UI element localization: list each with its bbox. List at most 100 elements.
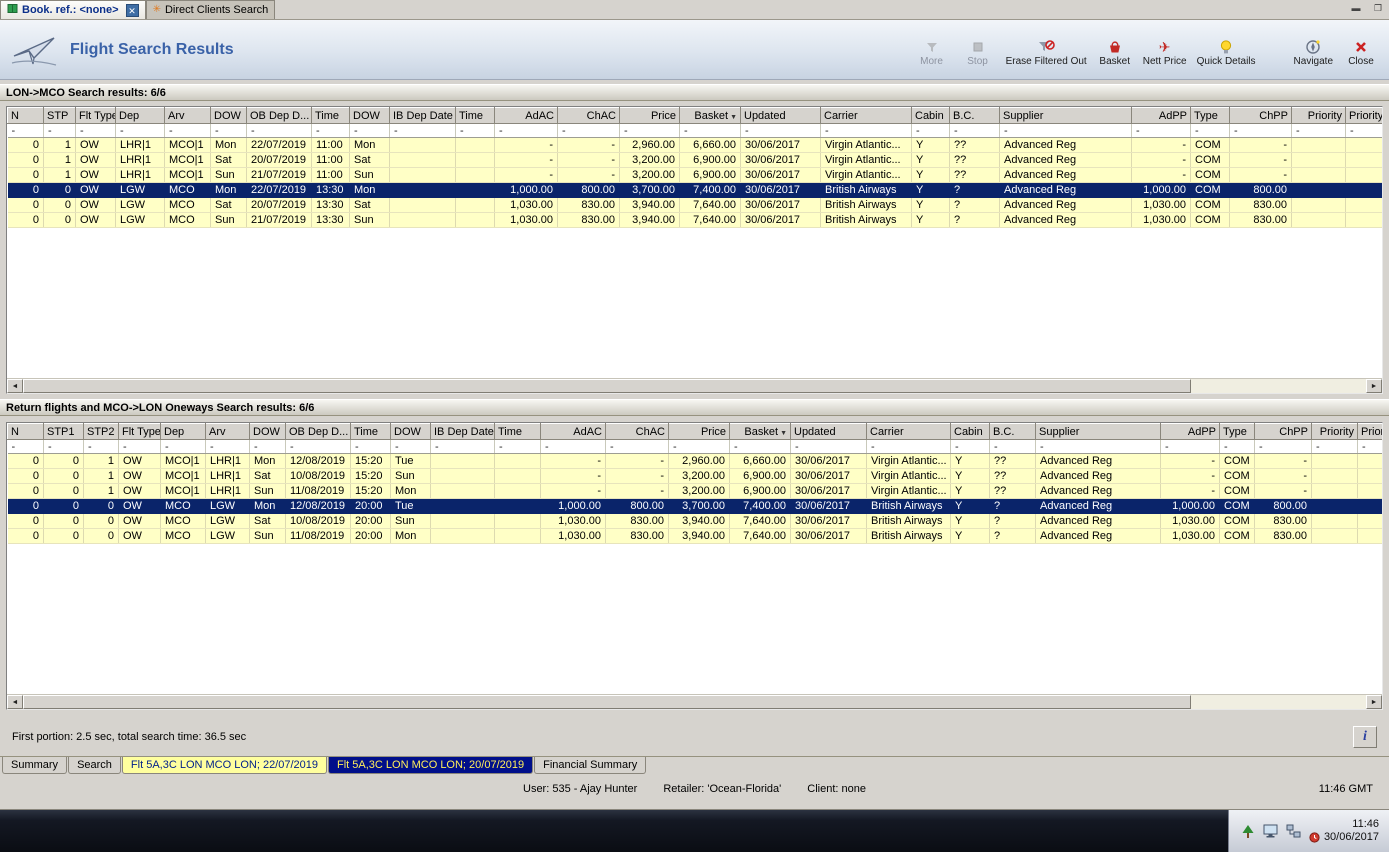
filter-cell[interactable]: - bbox=[116, 124, 165, 138]
filter-cell[interactable]: - bbox=[119, 440, 161, 454]
filter-cell[interactable]: - bbox=[606, 440, 669, 454]
column-header[interactable]: B.C. bbox=[990, 424, 1036, 440]
tab-summary[interactable]: Summary bbox=[2, 757, 67, 774]
filter-cell[interactable]: - bbox=[1161, 440, 1220, 454]
filter-cell[interactable]: - bbox=[912, 124, 950, 138]
column-header[interactable]: Updated bbox=[791, 424, 867, 440]
filter-cell[interactable]: - bbox=[44, 440, 84, 454]
column-header[interactable]: AdPP bbox=[1132, 108, 1191, 124]
scroll-left-icon[interactable]: ◄ bbox=[7, 379, 23, 393]
scroll-right-icon[interactable]: ► bbox=[1366, 695, 1382, 709]
result-row[interactable]: 01OWLHR|1MCO|1Sat20/07/201911:00Sat--3,2… bbox=[8, 153, 1383, 168]
column-header[interactable]: Prior... bbox=[1358, 424, 1383, 440]
column-header[interactable]: B.C. bbox=[950, 108, 1000, 124]
filter-cell[interactable]: - bbox=[741, 124, 821, 138]
column-header[interactable]: Supplier bbox=[1000, 108, 1132, 124]
column-header[interactable]: DOW bbox=[211, 108, 247, 124]
column-header[interactable]: Cabin bbox=[912, 108, 950, 124]
filter-cell[interactable]: - bbox=[1036, 440, 1161, 454]
alarm-clock-icon[interactable] bbox=[1309, 832, 1320, 843]
column-header[interactable]: Type bbox=[1220, 424, 1255, 440]
result-row[interactable]: 001OWMCO|1LHR|1Sat10/08/201915:20Sun--3,… bbox=[8, 469, 1383, 484]
network-icon[interactable] bbox=[1286, 824, 1301, 838]
result-row[interactable]: 001OWMCO|1LHR|1Sun11/08/201915:20Mon--3,… bbox=[8, 484, 1383, 499]
column-header[interactable]: Arv bbox=[206, 424, 250, 440]
maximize-icon[interactable]: ❐ bbox=[1371, 2, 1385, 14]
filter-cell[interactable]: - bbox=[1312, 440, 1358, 454]
column-header[interactable]: DOW bbox=[350, 108, 390, 124]
filter-cell[interactable]: - bbox=[1230, 124, 1292, 138]
filter-cell[interactable]: - bbox=[669, 440, 730, 454]
filter-cell[interactable]: - bbox=[867, 440, 951, 454]
filter-cell[interactable]: - bbox=[1358, 440, 1383, 454]
filter-cell[interactable]: - bbox=[541, 440, 606, 454]
column-header[interactable]: Flt Type bbox=[76, 108, 116, 124]
tree-icon[interactable] bbox=[1241, 824, 1255, 839]
filter-cell[interactable]: - bbox=[351, 440, 391, 454]
filter-cell[interactable]: - bbox=[1255, 440, 1312, 454]
result-row[interactable]: 000OWMCOLGWSun11/08/201920:00Mon1,030.00… bbox=[8, 529, 1383, 544]
filter-cell[interactable]: - bbox=[620, 124, 680, 138]
column-header[interactable]: Price bbox=[620, 108, 680, 124]
tab-search[interactable]: Search bbox=[68, 757, 121, 774]
filter-cell[interactable]: - bbox=[1220, 440, 1255, 454]
info-button[interactable]: i bbox=[1353, 726, 1377, 748]
filter-cell[interactable]: - bbox=[558, 124, 620, 138]
column-header[interactable]: Priority desc... bbox=[1346, 108, 1383, 124]
tab-financial-summary[interactable]: Financial Summary bbox=[534, 757, 646, 774]
column-header[interactable]: Time bbox=[495, 424, 541, 440]
column-header[interactable]: ChAC bbox=[558, 108, 620, 124]
filter-cell[interactable]: - bbox=[8, 440, 44, 454]
filter-cell[interactable]: - bbox=[456, 124, 495, 138]
column-header[interactable]: AdPP bbox=[1161, 424, 1220, 440]
column-header[interactable]: AdAC bbox=[495, 108, 558, 124]
column-header[interactable]: Time bbox=[312, 108, 350, 124]
os-taskbar[interactable]: 11:46 30/06/2017 bbox=[0, 810, 1389, 852]
quick-details-button[interactable]: Quick Details bbox=[1197, 38, 1256, 68]
column-header[interactable]: Carrier bbox=[821, 108, 912, 124]
tab-flight-outbound[interactable]: Flt 5A,3C LON MCO LON; 22/07/2019 bbox=[122, 757, 327, 774]
horizontal-scrollbar[interactable]: ◄ ► bbox=[7, 694, 1382, 709]
filter-cell[interactable]: - bbox=[206, 440, 250, 454]
filter-cell[interactable]: - bbox=[247, 124, 312, 138]
column-header[interactable]: DOW bbox=[391, 424, 431, 440]
filter-cell[interactable]: - bbox=[391, 440, 431, 454]
nett-price-button[interactable]: ✈ Nett Price bbox=[1143, 38, 1187, 68]
column-header[interactable]: Time bbox=[351, 424, 391, 440]
filter-cell[interactable]: - bbox=[211, 124, 247, 138]
column-header[interactable]: OB Dep D... bbox=[286, 424, 351, 440]
column-header[interactable]: Basket▼ bbox=[730, 424, 791, 440]
filter-cell[interactable]: - bbox=[250, 440, 286, 454]
column-header[interactable]: Flt Type bbox=[119, 424, 161, 440]
filter-cell[interactable]: - bbox=[1346, 124, 1383, 138]
filter-cell[interactable]: - bbox=[390, 124, 456, 138]
filter-cell[interactable]: - bbox=[76, 124, 116, 138]
filter-cell[interactable]: - bbox=[495, 440, 541, 454]
filter-cell[interactable]: - bbox=[680, 124, 741, 138]
filter-cell[interactable]: - bbox=[286, 440, 351, 454]
filter-cell[interactable]: - bbox=[8, 124, 44, 138]
filter-cell[interactable]: - bbox=[990, 440, 1036, 454]
column-header[interactable]: Dep bbox=[161, 424, 206, 440]
minimize-icon[interactable]: ▬ bbox=[1349, 2, 1363, 14]
column-header[interactable]: Basket▼ bbox=[680, 108, 741, 124]
result-row[interactable]: 00OWLGWMCOSun21/07/201913:30Sun1,030.008… bbox=[8, 213, 1383, 228]
scroll-left-icon[interactable]: ◄ bbox=[7, 695, 23, 709]
filter-cell[interactable]: - bbox=[431, 440, 495, 454]
column-header[interactable]: STP2 bbox=[84, 424, 119, 440]
scrollbar-track[interactable] bbox=[23, 695, 1366, 709]
scrollbar-thumb[interactable] bbox=[23, 379, 1191, 393]
result-row[interactable]: 00OWLGWMCOSat20/07/201913:30Sat1,030.008… bbox=[8, 198, 1383, 213]
filter-cell[interactable]: - bbox=[165, 124, 211, 138]
filter-cell[interactable]: - bbox=[1292, 124, 1346, 138]
column-header[interactable]: AdAC bbox=[541, 424, 606, 440]
column-header[interactable]: ChPP bbox=[1255, 424, 1312, 440]
horizontal-scrollbar[interactable]: ◄ ► bbox=[7, 378, 1382, 393]
column-header[interactable]: OB Dep D... bbox=[247, 108, 312, 124]
column-header[interactable]: Cabin bbox=[951, 424, 990, 440]
column-header[interactable]: ChAC bbox=[606, 424, 669, 440]
tab-direct-clients-search[interactable]: ✳ Direct Clients Search bbox=[146, 0, 276, 19]
scrollbar-thumb[interactable] bbox=[23, 695, 1191, 709]
column-header[interactable]: Dep bbox=[116, 108, 165, 124]
result-row[interactable]: 000OWMCOLGWMon12/08/201920:00Tue1,000.00… bbox=[8, 499, 1383, 514]
